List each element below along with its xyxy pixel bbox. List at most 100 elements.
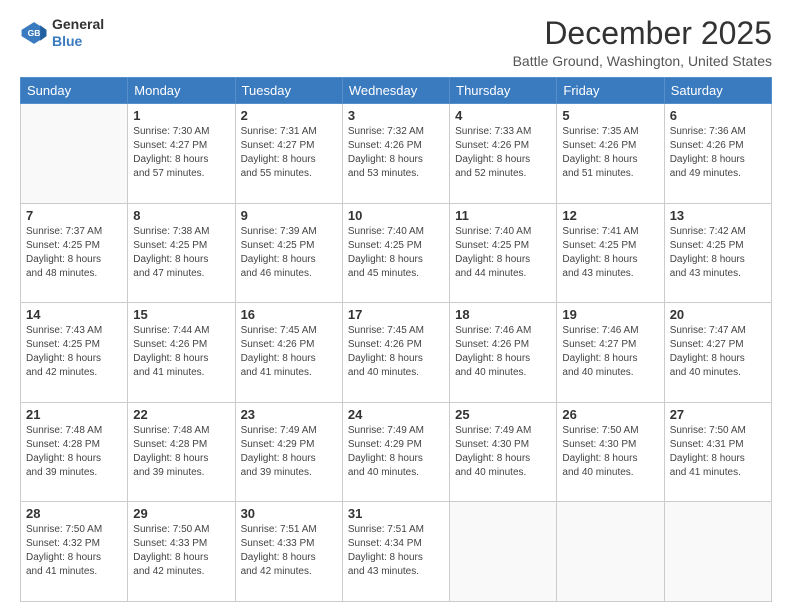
day-info: Sunrise: 7:43 AM Sunset: 4:25 PM Dayligh… xyxy=(26,324,122,380)
day-info: Sunrise: 7:46 AM Sunset: 4:26 PM Dayligh… xyxy=(455,324,551,380)
calendar-cell: 30 Sunrise: 7:51 AM Sunset: 4:33 PM Dayli… xyxy=(235,502,342,602)
logo-icon: GB xyxy=(20,19,48,47)
calendar-cell: 18 Sunrise: 7:46 AM Sunset: 4:26 PM Dayli… xyxy=(450,303,557,403)
day-number: 17 xyxy=(348,307,444,322)
calendar-cell: 27 Sunrise: 7:50 AM Sunset: 4:31 PM Dayli… xyxy=(664,402,771,502)
day-number: 16 xyxy=(241,307,337,322)
day-info: Sunrise: 7:51 AM Sunset: 4:33 PM Dayligh… xyxy=(241,523,337,579)
calendar-cell: 23 Sunrise: 7:49 AM Sunset: 4:29 PM Dayli… xyxy=(235,402,342,502)
page: GB General Blue December 2025 Battle Gro… xyxy=(0,0,792,612)
day-header-thursday: Thursday xyxy=(450,78,557,104)
calendar-cell: 10 Sunrise: 7:40 AM Sunset: 4:25 PM Dayli… xyxy=(342,203,449,303)
calendar-cell: 3 Sunrise: 7:32 AM Sunset: 4:26 PM Daylig… xyxy=(342,104,449,204)
day-info: Sunrise: 7:39 AM Sunset: 4:25 PM Dayligh… xyxy=(241,225,337,281)
calendar-cell: 21Sunrise: 7:48 AM Sunset: 4:28 PM Dayli… xyxy=(21,402,128,502)
calendar-cell: 8 Sunrise: 7:38 AM Sunset: 4:25 PM Daylig… xyxy=(128,203,235,303)
day-number: 4 xyxy=(455,108,551,123)
day-header-saturday: Saturday xyxy=(664,78,771,104)
day-info: Sunrise: 7:40 AM Sunset: 4:25 PM Dayligh… xyxy=(348,225,444,281)
day-number: 14 xyxy=(26,307,122,322)
day-info: Sunrise: 7:45 AM Sunset: 4:26 PM Dayligh… xyxy=(348,324,444,380)
calendar-cell: 7 Sunrise: 7:37 AM Sunset: 4:25 PM Daylig… xyxy=(21,203,128,303)
main-title: December 2025 xyxy=(513,16,772,51)
calendar-cell: 4 Sunrise: 7:33 AM Sunset: 4:26 PM Daylig… xyxy=(450,104,557,204)
day-info: Sunrise: 7:30 AM Sunset: 4:27 PM Dayligh… xyxy=(133,125,229,181)
day-info: Sunrise: 7:49 AM Sunset: 4:29 PM Dayligh… xyxy=(241,424,337,480)
day-number: 7 xyxy=(26,208,122,223)
day-info: Sunrise: 7:50 AM Sunset: 4:30 PM Dayligh… xyxy=(562,424,658,480)
calendar-cell: 14 Sunrise: 7:43 AM Sunset: 4:25 PM Dayli… xyxy=(21,303,128,403)
day-number: 9 xyxy=(241,208,337,223)
calendar-week-1: 1Sunrise: 7:30 AM Sunset: 4:27 PM Daylig… xyxy=(21,104,772,204)
calendar-cell xyxy=(664,502,771,602)
day-number: 20 xyxy=(670,307,766,322)
day-number: 6 xyxy=(670,108,766,123)
day-info: Sunrise: 7:33 AM Sunset: 4:26 PM Dayligh… xyxy=(455,125,551,181)
calendar-week-2: 7 Sunrise: 7:37 AM Sunset: 4:25 PM Daylig… xyxy=(21,203,772,303)
calendar-cell: 29Sunrise: 7:50 AM Sunset: 4:33 PM Dayli… xyxy=(128,502,235,602)
day-header-tuesday: Tuesday xyxy=(235,78,342,104)
calendar-cell: 28Sunrise: 7:50 AM Sunset: 4:32 PM Dayli… xyxy=(21,502,128,602)
calendar-cell: 31Sunrise: 7:51 AM Sunset: 4:34 PM Dayli… xyxy=(342,502,449,602)
calendar-table: SundayMondayTuesdayWednesdayThursdayFrid… xyxy=(20,77,772,602)
day-info: Sunrise: 7:41 AM Sunset: 4:25 PM Dayligh… xyxy=(562,225,658,281)
calendar-cell: 9 Sunrise: 7:39 AM Sunset: 4:25 PM Daylig… xyxy=(235,203,342,303)
svg-text:GB: GB xyxy=(28,28,41,38)
title-block: December 2025 Battle Ground, Washington,… xyxy=(513,16,772,69)
day-info: Sunrise: 7:50 AM Sunset: 4:32 PM Dayligh… xyxy=(26,523,122,579)
calendar-cell: 16 Sunrise: 7:45 AM Sunset: 4:26 PM Dayli… xyxy=(235,303,342,403)
calendar-cell: 6Sunrise: 7:36 AM Sunset: 4:26 PM Daylig… xyxy=(664,104,771,204)
day-info: Sunrise: 7:35 AM Sunset: 4:26 PM Dayligh… xyxy=(562,125,658,181)
day-info: Sunrise: 7:45 AM Sunset: 4:26 PM Dayligh… xyxy=(241,324,337,380)
day-number: 8 xyxy=(133,208,229,223)
day-info: Sunrise: 7:47 AM Sunset: 4:27 PM Dayligh… xyxy=(670,324,766,380)
day-number: 15 xyxy=(133,307,229,322)
day-number: 24 xyxy=(348,407,444,422)
day-info: Sunrise: 7:48 AM Sunset: 4:28 PM Dayligh… xyxy=(26,424,122,480)
day-info: Sunrise: 7:31 AM Sunset: 4:27 PM Dayligh… xyxy=(241,125,337,181)
calendar-week-3: 14 Sunrise: 7:43 AM Sunset: 4:25 PM Dayli… xyxy=(21,303,772,403)
calendar-cell: 12Sunrise: 7:41 AM Sunset: 4:25 PM Dayli… xyxy=(557,203,664,303)
calendar-cell: 5 Sunrise: 7:35 AM Sunset: 4:26 PM Daylig… xyxy=(557,104,664,204)
day-info: Sunrise: 7:50 AM Sunset: 4:31 PM Dayligh… xyxy=(670,424,766,480)
calendar-cell: 13 Sunrise: 7:42 AM Sunset: 4:25 PM Dayli… xyxy=(664,203,771,303)
day-info: Sunrise: 7:38 AM Sunset: 4:25 PM Dayligh… xyxy=(133,225,229,281)
calendar-cell: 26Sunrise: 7:50 AM Sunset: 4:30 PM Dayli… xyxy=(557,402,664,502)
day-number: 25 xyxy=(455,407,551,422)
header: GB General Blue December 2025 Battle Gro… xyxy=(20,16,772,69)
day-number: 19 xyxy=(562,307,658,322)
calendar-cell: 1Sunrise: 7:30 AM Sunset: 4:27 PM Daylig… xyxy=(128,104,235,204)
day-number: 3 xyxy=(348,108,444,123)
logo-blue: Blue xyxy=(52,33,82,49)
calendar-cell xyxy=(450,502,557,602)
day-number: 23 xyxy=(241,407,337,422)
day-info: Sunrise: 7:32 AM Sunset: 4:26 PM Dayligh… xyxy=(348,125,444,181)
day-info: Sunrise: 7:51 AM Sunset: 4:34 PM Dayligh… xyxy=(348,523,444,579)
calendar-cell: 15 Sunrise: 7:44 AM Sunset: 4:26 PM Dayli… xyxy=(128,303,235,403)
day-header-wednesday: Wednesday xyxy=(342,78,449,104)
subtitle: Battle Ground, Washington, United States xyxy=(513,53,772,69)
calendar-week-4: 21Sunrise: 7:48 AM Sunset: 4:28 PM Dayli… xyxy=(21,402,772,502)
day-number: 29 xyxy=(133,506,229,521)
day-header-friday: Friday xyxy=(557,78,664,104)
day-info: Sunrise: 7:42 AM Sunset: 4:25 PM Dayligh… xyxy=(670,225,766,281)
calendar-cell: 17 Sunrise: 7:45 AM Sunset: 4:26 PM Dayli… xyxy=(342,303,449,403)
day-info: Sunrise: 7:46 AM Sunset: 4:27 PM Dayligh… xyxy=(562,324,658,380)
day-info: Sunrise: 7:37 AM Sunset: 4:25 PM Dayligh… xyxy=(26,225,122,281)
day-header-monday: Monday xyxy=(128,78,235,104)
day-number: 30 xyxy=(241,506,337,521)
calendar-cell xyxy=(21,104,128,204)
day-info: Sunrise: 7:44 AM Sunset: 4:26 PM Dayligh… xyxy=(133,324,229,380)
day-number: 27 xyxy=(670,407,766,422)
calendar-cell: 2Sunrise: 7:31 AM Sunset: 4:27 PM Daylig… xyxy=(235,104,342,204)
calendar-cell: 25Sunrise: 7:49 AM Sunset: 4:30 PM Dayli… xyxy=(450,402,557,502)
day-number: 11 xyxy=(455,208,551,223)
day-header-sunday: Sunday xyxy=(21,78,128,104)
day-number: 18 xyxy=(455,307,551,322)
day-info: Sunrise: 7:49 AM Sunset: 4:29 PM Dayligh… xyxy=(348,424,444,480)
day-number: 10 xyxy=(348,208,444,223)
logo-general: General xyxy=(52,16,104,32)
day-number: 5 xyxy=(562,108,658,123)
logo: GB General Blue xyxy=(20,16,104,50)
day-number: 13 xyxy=(670,208,766,223)
